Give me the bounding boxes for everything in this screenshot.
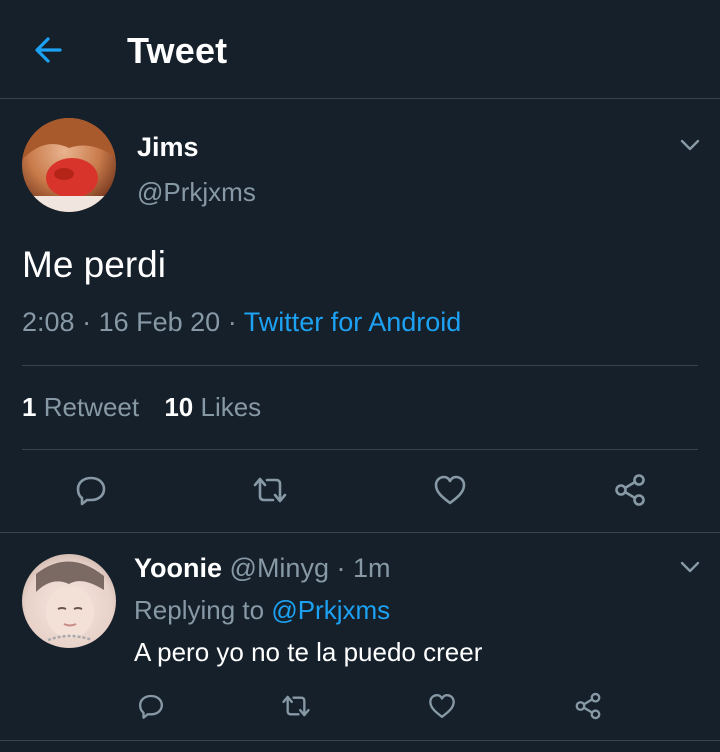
like-icon[interactable] (432, 472, 468, 508)
replying-to-label: Replying to (134, 595, 265, 625)
chevron-down-icon[interactable] (678, 555, 702, 579)
like-count-link[interactable]: 10 Likes (164, 392, 261, 422)
page-title: Tweet (127, 30, 228, 71)
arrow-left-icon[interactable] (30, 32, 66, 68)
tweet-stats: 1 Retweet 10 Likes (22, 392, 261, 423)
divider (22, 449, 698, 450)
avatar[interactable] (22, 554, 116, 648)
chevron-down-icon[interactable] (678, 133, 702, 157)
tweet-meta: 2:08 · 16 Feb 20 · Twitter for Android (22, 307, 462, 337)
divider (22, 365, 698, 366)
replying-to: Replying to @Prkjxms (134, 595, 390, 626)
reply-icon[interactable] (136, 691, 166, 721)
reply-time: 1m (352, 553, 391, 583)
share-icon[interactable] (573, 691, 603, 721)
tweet-time: 2:08 (22, 307, 75, 337)
retweet-icon[interactable] (251, 472, 289, 508)
replying-to-mention[interactable]: @Prkjxms (271, 595, 390, 625)
like-icon[interactable] (427, 691, 457, 721)
reply-icon[interactable] (73, 472, 109, 508)
retweet-label: Retweet (43, 392, 140, 422)
reply-tweet[interactable]: Yoonie @Minyg · 1m Replying to @Prkjxms … (0, 533, 720, 741)
retweet-count: 1 (22, 392, 37, 422)
like-label: Likes (200, 392, 262, 422)
reply-author-handle[interactable]: @Minyg (230, 553, 329, 583)
share-icon[interactable] (612, 472, 648, 508)
author-handle[interactable]: @Prkjxms (137, 177, 256, 208)
tweet-source-link[interactable]: Twitter for Android (244, 307, 462, 337)
reply-author-name[interactable]: Yoonie (134, 553, 222, 583)
retweet-icon[interactable] (280, 691, 312, 721)
reply-text: A pero yo no te la puedo creer (134, 637, 483, 667)
avatar[interactable] (22, 118, 116, 212)
main-tweet: Jims @Prkjxms Me perdi 2:08 · 16 Feb 20 … (0, 99, 720, 533)
tweet-date: 16 Feb 20 (98, 307, 221, 337)
reply-header: Yoonie @Minyg · 1m (134, 553, 391, 583)
app-header: Tweet (0, 0, 720, 99)
author-name[interactable]: Jims (137, 132, 199, 163)
like-count: 10 (164, 392, 194, 422)
retweet-count-link[interactable]: 1 Retweet (22, 392, 139, 422)
tweet-text: Me perdi (22, 244, 166, 285)
